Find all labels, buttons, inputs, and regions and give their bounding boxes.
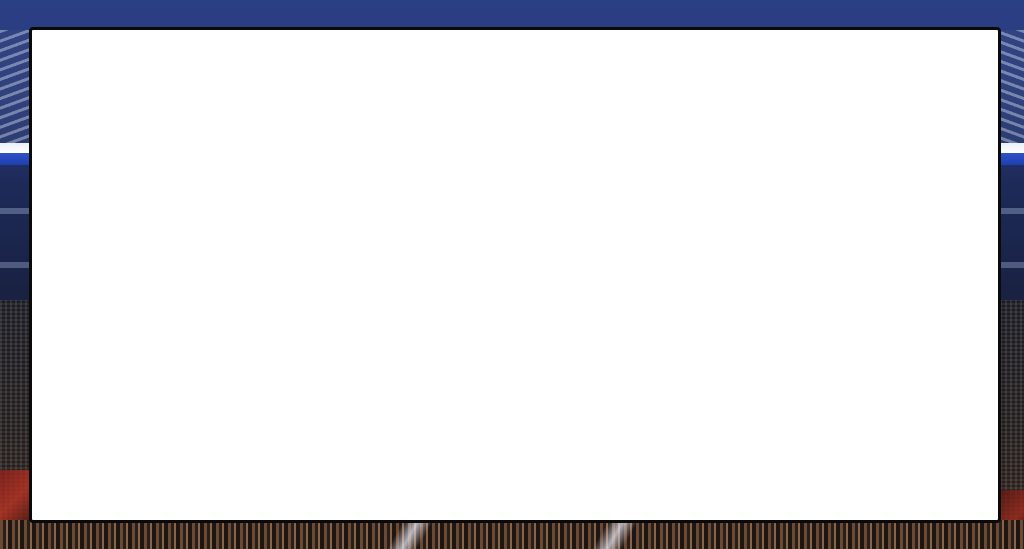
stadium-backdrop	[0, 0, 1024, 549]
content-panel	[29, 27, 1001, 523]
crowd-foreground	[0, 520, 1024, 549]
